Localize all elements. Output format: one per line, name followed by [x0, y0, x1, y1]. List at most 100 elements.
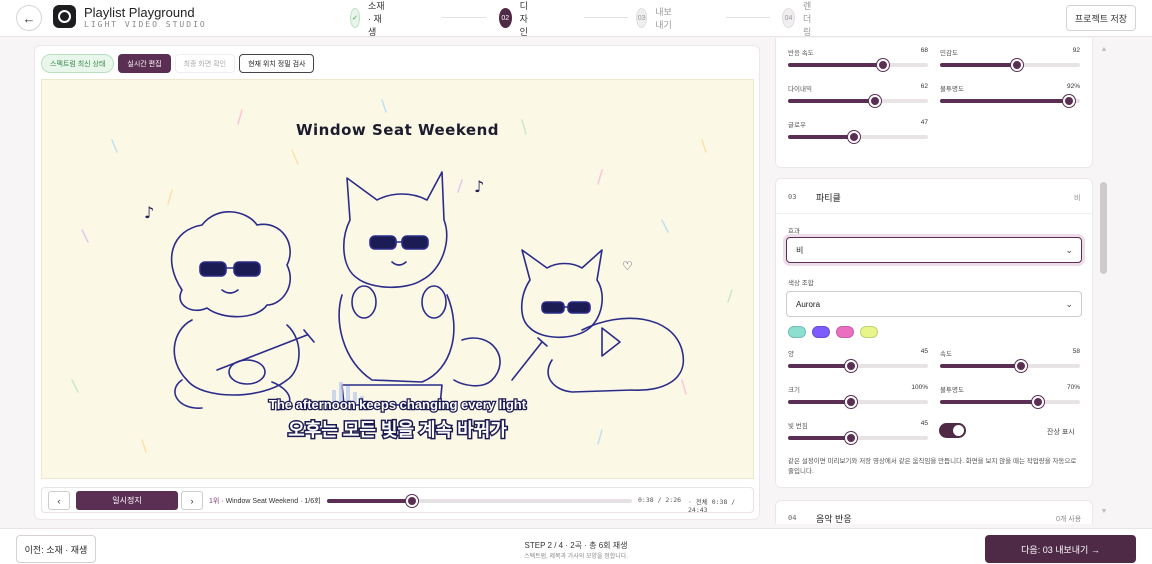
slider-track[interactable]: [940, 360, 1080, 372]
slider-fill: [788, 436, 851, 440]
step-2[interactable]: 02 디자인: [499, 1, 535, 37]
scroll-down-icon[interactable]: ▼: [1099, 508, 1109, 515]
slider-label: 불투명도: [940, 387, 964, 394]
lyric-english[interactable]: The afternoon keeps changing every light: [42, 396, 753, 414]
step-3[interactable]: 03 내보내기: [636, 6, 672, 30]
video-title-text[interactable]: Window Seat Weekend: [42, 121, 753, 139]
slider-track[interactable]: [788, 95, 928, 107]
pause-button[interactable]: 일시정지: [76, 491, 178, 510]
slider-value: 58: [1072, 348, 1080, 355]
settings-scrollbar[interactable]: ▲ ▼: [1099, 44, 1109, 524]
slider-value: 45: [920, 348, 928, 355]
slider-label: 다이내믹: [788, 86, 812, 93]
step-subtitle: 스펙트럼, 제목과 가사의 모양을 정합니다.: [524, 554, 628, 560]
app-subtitle: LIGHT VIDEO STUDIO: [84, 20, 207, 29]
slider-handle[interactable]: [868, 95, 881, 107]
slider-handle[interactable]: [1011, 59, 1023, 71]
swatch-2[interactable]: [812, 326, 830, 338]
seek-handle[interactable]: [406, 495, 419, 507]
slider-track[interactable]: [940, 59, 1080, 71]
slider-handle[interactable]: [877, 59, 890, 71]
scroll-up-icon[interactable]: ▲: [1099, 46, 1109, 53]
palette-select[interactable]: Aurora ⌄: [786, 291, 1082, 317]
slider-value: 92%: [1066, 83, 1080, 90]
app-title: Playlist Playground: [84, 5, 195, 20]
tab-live-edit[interactable]: 실시간 편집: [118, 54, 171, 73]
slider-handle[interactable]: [845, 432, 857, 444]
tab-precise-inspect[interactable]: 현재 위치 정밀 검사: [239, 54, 315, 73]
check-icon: ✓: [350, 8, 360, 28]
next-step-button[interactable]: 다음: 03 내보내기 →: [985, 535, 1136, 563]
slider-label: 양: [788, 351, 794, 358]
seek-progress: [327, 499, 413, 503]
player-bar: ‹ 일시정지 › 1위 · Window Seat Weekend · 1/6회…: [41, 487, 754, 514]
slider-value: 100%: [911, 384, 928, 391]
svg-text:♪: ♪: [144, 203, 154, 222]
next-track-button[interactable]: ›: [181, 491, 203, 510]
audio-reactive-card: 04 음악 반응 0개 사용: [775, 500, 1093, 524]
slider-label: 불투명도: [940, 86, 964, 93]
time-total: · 전체 0:38 / 24:43: [688, 498, 736, 514]
slider-handle[interactable]: [847, 131, 860, 143]
svg-text:♪: ♪: [474, 177, 484, 196]
app-logo: [53, 5, 76, 28]
slider-fill: [940, 364, 1022, 368]
slider-label: 글로우: [788, 122, 806, 129]
svg-text:♡: ♡: [622, 259, 633, 273]
lyric-korean[interactable]: 오후는 모든 빛을 계속 바꿔가: [42, 416, 753, 442]
color-swatches: [788, 326, 898, 340]
arrow-left-icon: ←: [22, 10, 36, 26]
slider-handle[interactable]: [1032, 396, 1044, 408]
prev-track-button[interactable]: ‹: [48, 491, 70, 510]
slider-label: 크기: [788, 387, 800, 394]
swatch-4[interactable]: [860, 326, 878, 338]
slider-handle[interactable]: [1015, 360, 1028, 372]
slider-track[interactable]: [940, 396, 1080, 408]
chevron-left-icon: ‹: [57, 495, 61, 506]
time-current: 0:38 / 2:26: [638, 496, 682, 504]
seek-bar[interactable]: [327, 495, 632, 507]
slider-handle[interactable]: [1062, 95, 1075, 107]
step-1[interactable]: ✓ 소재 · 재생: [350, 1, 386, 37]
slider-handle[interactable]: [845, 360, 857, 372]
slider-fill: [788, 63, 884, 67]
slider-fill: [940, 400, 1038, 404]
effect-select[interactable]: 비 ⌄: [786, 237, 1082, 263]
swatch-3[interactable]: [836, 326, 854, 338]
slider-value: 92: [1072, 47, 1080, 54]
track-info: 1위 · Window Seat Weekend · 1/6회: [209, 498, 321, 505]
audio-badge: 0개 사용: [1056, 516, 1082, 523]
app-header: ← Playlist Playground LIGHT VIDEO STUDIO…: [0, 0, 1152, 37]
step-4[interactable]: 04 렌더링: [782, 1, 818, 37]
particle-badge: 비: [1074, 195, 1081, 202]
tab-final-preview[interactable]: 최종 화면 확인: [174, 54, 236, 73]
spectrum-settings-card: 반응 속도 68 민감도 92 다이내믹 62 불투명도 92% 글로우 47: [775, 38, 1093, 168]
slider-value: 45: [920, 420, 928, 427]
slider-track[interactable]: [788, 131, 928, 143]
swatch-1[interactable]: [788, 326, 806, 338]
step-info: STEP 2 / 4 · 2곡 · 총 6회 재생: [524, 541, 628, 550]
afterimage-toggle[interactable]: [939, 423, 966, 438]
slider-value: 70%: [1066, 384, 1080, 391]
slider-label: 반응 속도: [788, 50, 814, 57]
slider-handle[interactable]: [845, 396, 857, 408]
slider-label: 민감도: [940, 50, 958, 57]
afterimage-label: 잔상 표시: [1047, 429, 1075, 436]
slider-value: 68: [920, 47, 928, 54]
video-preview-canvas[interactable]: ♪ ♪ ♡ Window Seat Weekend The afternoon …: [41, 79, 754, 479]
chevron-down-icon: ⌄: [1065, 299, 1073, 309]
slider-label: 빛 번짐: [788, 423, 808, 430]
back-button[interactable]: ←: [16, 5, 42, 31]
slider-track[interactable]: [788, 360, 928, 372]
slider-track[interactable]: [940, 95, 1080, 107]
particle-description: 같은 설정이면 미리보기와 저장 영상에서 같은 움직임을 만듭니다. 화면을 …: [788, 458, 1077, 475]
scroll-thumb[interactable]: [1100, 182, 1107, 274]
slider-track[interactable]: [788, 396, 928, 408]
save-project-button[interactable]: 프로젝트 저장: [1066, 5, 1136, 31]
slider-label: 속도: [940, 351, 952, 358]
tab-spectrum-status[interactable]: 스펙트럼 최신 상태: [41, 54, 115, 73]
slider-fill: [788, 364, 851, 368]
editor-tabs: 스펙트럼 최신 상태 실시간 편집 최종 화면 확인 현재 위치 정밀 검사: [41, 54, 315, 73]
slider-track[interactable]: [788, 432, 928, 444]
slider-track[interactable]: [788, 59, 928, 71]
